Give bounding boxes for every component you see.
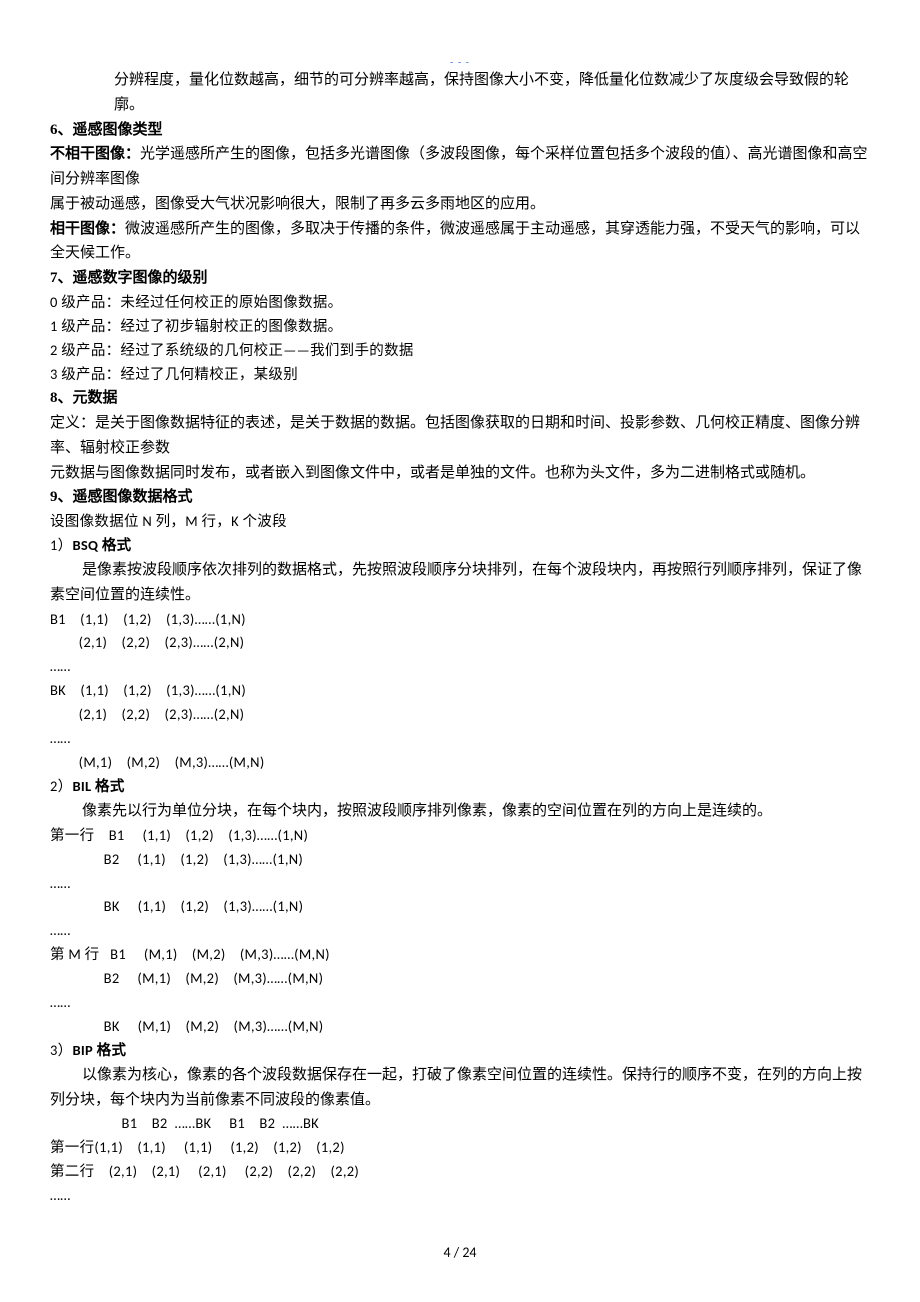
data-row: …… [50, 872, 870, 896]
data-row: …… [50, 1184, 870, 1208]
heading-text: 7、遥感数字图像的级别 [50, 270, 208, 286]
data-row: BK (1,1) (1,2) (1,3)……(1,N) [50, 679, 870, 703]
paragraph: 定义：是关于图像数据特征的表述，是关于数据的数据。包括图像获取的日期和时间、投影… [50, 411, 870, 461]
paragraph: 2 级产品：经过了系统级的几何校正——我们到手的数据 [50, 339, 870, 363]
section-heading-8: 8、元数据 [50, 386, 870, 411]
data-row: 第 M 行 B1 (M,1) (M,2) (M,3)……(M,N) [50, 943, 870, 967]
data-row: …… [50, 991, 870, 1015]
paragraph: 3 级产品：经过了几何精校正，某级别 [50, 363, 870, 387]
paragraph: 设图像数据位 N 列，M 行，K 个波段 [50, 510, 870, 534]
data-row: B2 (M,1) (M,2) (M,3)……(M,N) [50, 967, 870, 991]
paragraph: 是像素按波段顺序依次排列的数据格式，先按照波段顺序分块排列，在每个波段块内，再按… [50, 558, 870, 608]
data-row: (2,1) (2,2) (2,3)……(2,N) [50, 703, 870, 727]
paragraph: 以像素为核心，像素的各个波段数据保存在一起，打破了像素空间位置的连续性。保持行的… [50, 1063, 870, 1113]
paragraph: 像素先以行为单位分块，在每个块内，按照波段顺序排列像素，像素的空间位置在列的方向… [50, 799, 870, 824]
data-row: B2 (1,1) (1,2) (1,3)……(1,N) [50, 848, 870, 872]
subheading-bil: 2）BIL 格式 [50, 775, 870, 799]
term: 相干图像： [50, 221, 125, 237]
data-row: B1 B2 ……BK B1 B2 ……BK [50, 1112, 870, 1136]
term: 不相干图像： [50, 146, 140, 162]
text: 是像素按波段顺序依次排列的数据格式，先按照波段顺序分块排列，在每个波段块内，再按… [50, 562, 862, 603]
definition: 光学遥感所产生的图像，包括多光谱图像（多波段图像，每个采样位置包括多个波段的值）… [50, 146, 868, 187]
page-footer: 4 / 24 [443, 1241, 476, 1264]
data-row: (2,1) (2,2) (2,3)……(2,N) [50, 631, 870, 655]
subheading-bsq: 1）BSQ 格式 [50, 534, 870, 558]
data-row: …… [50, 655, 870, 679]
data-row: (M,1) (M,2) (M,3)……(M,N) [50, 751, 870, 775]
text: 像素先以行为单位分块，在每个块内，按照波段顺序排列像素，像素的空间位置在列的方向… [82, 803, 772, 819]
subheading-bip: 3）BIP 格式 [50, 1039, 870, 1063]
list-marker: 1） [50, 536, 72, 554]
paragraph: 元数据与图像数据同时发布，或者嵌入到图像文件中，或者是单独的文件。也称为头文件，… [50, 461, 870, 486]
document-body: 分辨程度，量化位数越高，细节的可分辨率越高，保持图像大小不变，降低量化位数减少了… [50, 68, 870, 1208]
data-row: BK (M,1) (M,2) (M,3)……(M,N) [50, 1015, 870, 1039]
section-heading-6: 6、遥感图像类型 [50, 118, 870, 143]
paragraph: 不相干图像：光学遥感所产生的图像，包括多光谱图像（多波段图像，每个采样位置包括多… [50, 142, 870, 192]
data-row: BK (1,1) (1,2) (1,3)……(1,N) [50, 895, 870, 919]
heading-text: 9、遥感图像数据格式 [50, 489, 193, 505]
paragraph: 1 级产品：经过了初步辐射校正的图像数据。 [50, 315, 870, 339]
definition: 微波遥感所产生的图像，多取决于传播的条件，微波遥感属于主动遥感，其穿透能力强，不… [50, 221, 860, 262]
data-row: 第一行 B1 (1,1) (1,2) (1,3)……(1,N) [50, 824, 870, 848]
data-row: B1 (1,1) (1,2) (1,3)……(1,N) [50, 608, 870, 632]
text: 以像素为核心，像素的各个波段数据保存在一起，打破了像素空间位置的连续性。保持行的… [50, 1067, 862, 1108]
paragraph: 0 级产品：未经过任何校正的原始图像数据。 [50, 291, 870, 315]
paragraph: 相干图像：微波遥感所产生的图像，多取决于传播的条件，微波遥感属于主动遥感，其穿透… [50, 217, 870, 267]
section-heading-9: 9、遥感图像数据格式 [50, 485, 870, 510]
section-heading-7: 7、遥感数字图像的级别 [50, 266, 870, 291]
heading-text: 8、元数据 [50, 390, 118, 406]
format-name: BIL 格式 [72, 777, 124, 795]
data-row: …… [50, 919, 870, 943]
header-link: - - - [450, 55, 470, 72]
list-marker: 2） [50, 777, 72, 795]
heading-text: 6、遥感图像类型 [50, 122, 163, 138]
data-row: …… [50, 727, 870, 751]
format-name: BIP 格式 [72, 1041, 126, 1059]
paragraph: 分辨程度，量化位数越高，细节的可分辨率越高，保持图像大小不变，降低量化位数减少了… [50, 68, 870, 118]
data-row: 第一行(1,1) (1,1) (1,1) (1,2) (1,2) (1,2) [50, 1136, 870, 1160]
data-row: 第二行 (2,1) (2,1) (2,1) (2,2) (2,2) (2,2) [50, 1160, 870, 1184]
paragraph: 属于被动遥感，图像受大气状况影响很大，限制了再多云多雨地区的应用。 [50, 192, 870, 217]
list-marker: 3） [50, 1041, 72, 1059]
format-name: BSQ 格式 [72, 536, 131, 554]
